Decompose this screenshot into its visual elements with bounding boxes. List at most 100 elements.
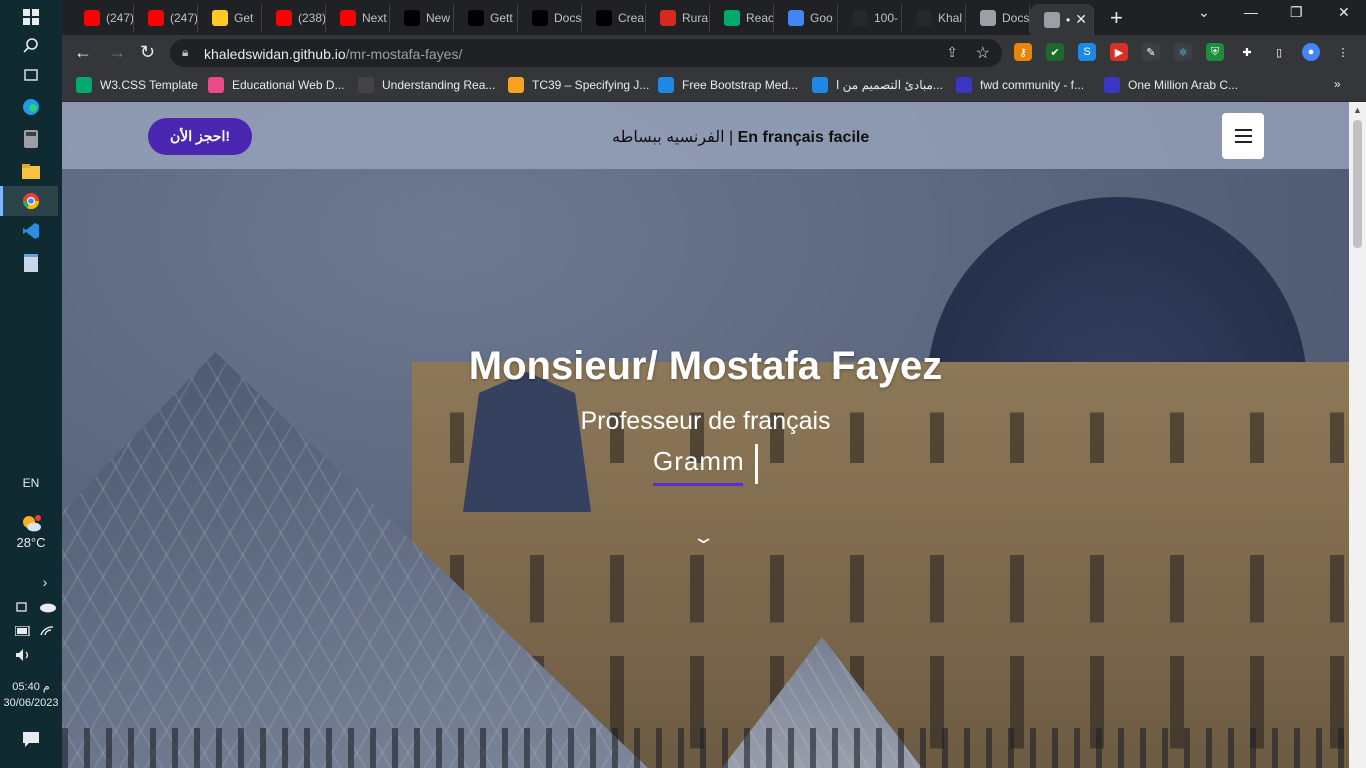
task-view-icon[interactable] — [16, 60, 46, 90]
tab-title: Goo — [810, 11, 833, 25]
bookmark-label: fwd community - f... — [980, 78, 1085, 92]
share-icon[interactable]: ⇪ — [946, 44, 958, 61]
chrome-icon[interactable] — [0, 186, 58, 216]
hamburger-menu-button[interactable] — [1222, 113, 1264, 159]
extension-tree-icon[interactable]: ✔ — [1046, 43, 1064, 61]
bookmark-item[interactable]: One Million Arab C... — [1104, 77, 1238, 93]
tab-search-icon[interactable]: ⌄ — [1198, 4, 1210, 21]
extension-pen-icon[interactable]: ✎ — [1142, 43, 1160, 61]
browser-tab[interactable]: • ✕ — [1030, 4, 1094, 35]
tab-title: Docs — [554, 11, 582, 25]
file-explorer-icon[interactable] — [16, 156, 46, 186]
extension-s-icon[interactable]: S — [1078, 43, 1096, 61]
weather-temp: 28°C — [16, 535, 46, 550]
notepad-icon[interactable] — [16, 248, 46, 278]
tab-title: 100- — [874, 11, 899, 25]
youtube-icon — [148, 10, 164, 26]
bookmark-item[interactable]: Educational Web D... — [208, 77, 345, 93]
browser-tab[interactable]: (247) — [70, 4, 134, 32]
windows-taskbar: EN 28°C › 05:40 م 30/06/2023 — [0, 0, 62, 768]
search-icon[interactable] — [16, 30, 46, 60]
calculator-icon[interactable] — [16, 124, 46, 154]
tab-title: Docs — [1002, 11, 1030, 25]
extension-key-icon[interactable]: ⚷ — [1014, 43, 1032, 61]
minimize-button[interactable]: — — [1244, 4, 1258, 20]
bookmark-label: One Million Arab C... — [1128, 78, 1239, 92]
edge-icon[interactable] — [16, 92, 46, 122]
back-button[interactable]: ← — [74, 42, 92, 63]
extension-play-icon[interactable]: ▶ — [1110, 43, 1128, 61]
bookmark-label: Free Bootstrap Med... — [682, 78, 799, 92]
bookmark-item[interactable]: W3.CSS Template — [76, 77, 198, 93]
react-devtools-icon[interactable]: ⚛ — [1174, 43, 1192, 61]
bookmark-star-icon[interactable]: ☆ — [976, 43, 990, 63]
discourse-icon — [1104, 77, 1120, 93]
scroll-down-chevron-icon[interactable]: ⌄ — [691, 527, 715, 548]
scroll-thumb[interactable] — [1353, 120, 1362, 248]
bookmark-item[interactable]: Understanding Rea... — [358, 77, 495, 93]
bookmarks-bar: » W3.CSS Template Educational Web D... Und… — [62, 71, 1366, 102]
tab-title: Get — [234, 11, 254, 25]
browser-tab[interactable]: Khal — [902, 4, 966, 32]
new-tab-button[interactable]: + — [1110, 5, 1123, 31]
nextjs-icon — [468, 10, 484, 26]
clock-time[interactable]: 05:40 م — [0, 680, 62, 693]
browser-tab[interactable]: Crea — [582, 4, 646, 32]
browser-tab[interactable]: New — [390, 4, 454, 32]
clock-date[interactable]: 30/06/2023 — [0, 697, 62, 709]
bookmark-item[interactable]: مبادئ التصميم من ا... — [812, 77, 943, 93]
tab-title: (247) — [170, 11, 198, 25]
discourse-icon — [956, 77, 972, 93]
browser-tab[interactable]: Gett — [454, 4, 518, 32]
extensions-puzzle-icon[interactable]: ✚ — [1238, 43, 1256, 61]
hero-subtitle: Professeur de français — [580, 407, 831, 435]
book-now-button[interactable]: احجز الأن! — [148, 118, 252, 155]
close-window-button[interactable]: ✕ — [1338, 4, 1350, 21]
browser-tab[interactable]: (238) — [262, 4, 326, 32]
weather-icon[interactable] — [16, 508, 46, 538]
site-brand[interactable]: الفرنسيه ببساطه | En français facile — [612, 127, 869, 147]
bookmark-item[interactable]: TC39 – Specifying J... — [508, 77, 649, 93]
browser-tab[interactable]: Get — [198, 4, 262, 32]
address-bar[interactable]: 🔒︎ khaledswidan.github.io/mr-mostafa-fay… — [170, 39, 1002, 67]
side-panel-icon[interactable]: ▯ — [1270, 43, 1288, 61]
tc39-icon — [508, 77, 524, 93]
tab-title: New — [426, 11, 451, 25]
language-indicator[interactable]: EN — [0, 476, 62, 490]
vscode-icon[interactable] — [16, 216, 46, 246]
bookmark-item[interactable]: Free Bootstrap Med... — [658, 77, 798, 93]
volume-icon[interactable] — [8, 640, 38, 670]
browser-tab[interactable]: Goo — [774, 4, 838, 32]
vercel-icon — [404, 10, 420, 26]
bookmark-label: Understanding Rea... — [382, 78, 496, 92]
windows-start-icon[interactable] — [16, 2, 46, 32]
bookmarks-overflow-icon[interactable]: » — [1334, 77, 1341, 91]
browser-tab[interactable]: Rura — [646, 4, 710, 32]
browser-tab[interactable]: 100- — [838, 4, 902, 32]
nextjs-icon — [596, 10, 612, 26]
profile-avatar[interactable]: ● — [1302, 43, 1320, 61]
reload-button[interactable]: ↻ — [140, 42, 155, 63]
notifications-icon[interactable] — [16, 724, 46, 754]
browser-tab[interactable]: Docs — [966, 4, 1030, 32]
url-text[interactable]: khaledswidan.github.io/mr-mostafa-fayes/ — [204, 46, 462, 62]
tab-title: Gett — [490, 11, 513, 25]
forward-button[interactable]: → — [108, 42, 126, 63]
bookmark-item[interactable]: fwd community - f... — [956, 77, 1084, 93]
tab-title: • — [1066, 12, 1071, 27]
browser-tab[interactable]: Next — [326, 4, 390, 32]
scroll-up-arrow-icon[interactable]: ▲ — [1353, 105, 1362, 115]
browser-tab[interactable]: Reac — [710, 4, 774, 32]
tab-close-icon[interactable]: ✕ — [1075, 11, 1087, 28]
chrome-menu-icon[interactable]: ⋮ — [1334, 43, 1352, 61]
youtube-icon — [84, 10, 100, 26]
lock-icon[interactable]: 🔒︎ — [182, 45, 188, 60]
youtube-icon — [340, 10, 356, 26]
typing-cursor — [755, 444, 758, 484]
tab-title: Next — [362, 11, 387, 25]
browser-tab[interactable]: (247) — [134, 4, 198, 32]
page-scrollbar[interactable]: ▲ — [1349, 102, 1366, 768]
extension-shield-icon[interactable]: ⛨ — [1206, 43, 1224, 61]
browser-tab[interactable]: Docs — [518, 4, 582, 32]
maximize-button[interactable]: ❐ — [1290, 4, 1303, 21]
